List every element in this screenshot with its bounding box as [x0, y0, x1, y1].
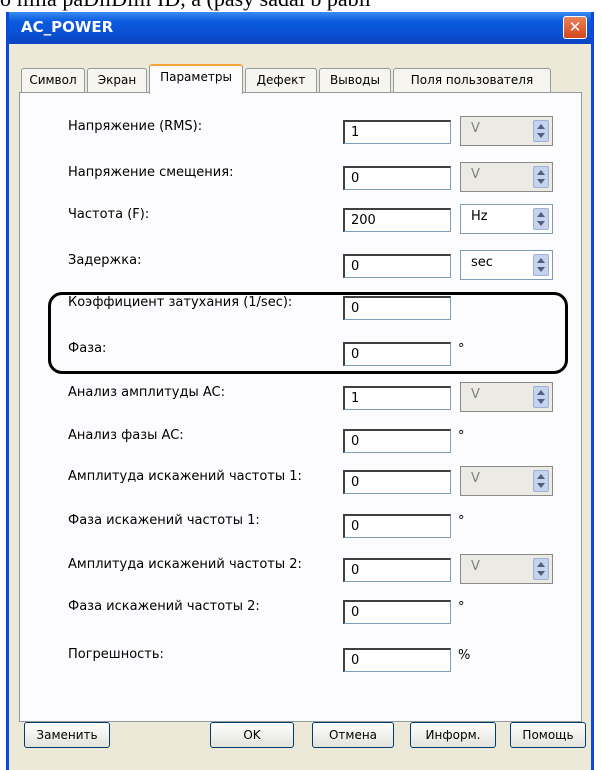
- field-row: Напряжение (RMS): 1 V: [0, 116, 601, 148]
- unit-select[interactable]: Hz: [460, 204, 553, 234]
- field-input[interactable]: 1: [343, 120, 451, 144]
- field-row: Фаза искажений частоты 2: 0 °: [0, 598, 601, 628]
- tab-screen[interactable]: Экран: [87, 68, 147, 92]
- field-input[interactable]: 0: [343, 514, 451, 538]
- field-input[interactable]: 0: [343, 254, 451, 278]
- field-row: Амплитуда искажений частоты 2: 0 V: [0, 554, 601, 586]
- field-label: Фаза искажений частоты 1:: [68, 513, 260, 528]
- field-input[interactable]: 1: [343, 386, 451, 410]
- field-input[interactable]: 0: [343, 648, 451, 672]
- unit-symbol: °: [458, 514, 465, 529]
- spinner-arrows-icon[interactable]: [533, 254, 549, 276]
- unit-select-value: V: [471, 559, 480, 574]
- field-input[interactable]: 0: [343, 600, 451, 624]
- unit-symbol: °: [458, 600, 465, 615]
- field-row: Задержка: 0 sec: [0, 250, 601, 282]
- replace-button[interactable]: Заменить: [24, 722, 110, 748]
- field-label: Амплитуда искажений частоты 2:: [68, 557, 302, 572]
- info-button[interactable]: Информ.: [410, 722, 496, 748]
- field-label: Амплитуда искажений частоты 1:: [68, 469, 302, 484]
- tab-parameters[interactable]: Параметры: [149, 64, 243, 94]
- ac-analysis-highlight: [48, 292, 568, 374]
- unit-select-value: V: [471, 387, 480, 402]
- field-label: Анализ фазы AC:: [68, 428, 184, 443]
- spinner-arrows-icon[interactable]: [533, 208, 549, 230]
- unit-select-value: V: [471, 471, 480, 486]
- field-row: Амплитуда искажений частоты 1: 0 V: [0, 466, 601, 498]
- field-row: Анализ амплитуды AC: 1 V: [0, 382, 601, 414]
- field-input[interactable]: 0: [343, 166, 451, 190]
- close-icon: ✕: [568, 18, 582, 36]
- ok-button[interactable]: OK: [210, 722, 294, 748]
- field-input[interactable]: 0: [343, 470, 451, 494]
- help-button[interactable]: Помощь: [510, 722, 586, 748]
- close-button[interactable]: ✕: [563, 16, 587, 39]
- tab-outputs[interactable]: Выводы: [319, 68, 391, 92]
- unit-select[interactable]: V: [460, 116, 553, 146]
- spinner-arrows-icon[interactable]: [533, 558, 549, 580]
- unit-select[interactable]: sec: [460, 250, 553, 280]
- field-row: Погрешность: 0%: [0, 646, 601, 676]
- field-label: Погрешность:: [68, 647, 164, 662]
- field-label: Анализ амплитуды AC:: [68, 385, 225, 400]
- unit-select[interactable]: V: [460, 162, 553, 192]
- cancel-button[interactable]: Отмена: [312, 722, 394, 748]
- unit-select-value: Hz: [471, 209, 488, 224]
- title-bar[interactable]: AC_POWER ✕: [9, 12, 591, 44]
- field-row: Напряжение смещения: 0 V: [0, 162, 601, 194]
- background-document-text: o iiiiia paDiiDiiii ID, a (pasy sadai b …: [0, 0, 601, 12]
- field-input[interactable]: 0: [343, 558, 451, 582]
- tab-defect[interactable]: Дефект: [245, 68, 317, 92]
- unit-select-value: V: [471, 121, 480, 136]
- spinner-arrows-icon[interactable]: [533, 120, 549, 142]
- field-input[interactable]: 0: [343, 429, 451, 453]
- field-label: Фаза искажений частоты 2:: [68, 599, 260, 614]
- field-row: Фаза искажений частоты 1: 0 °: [0, 512, 601, 542]
- unit-select[interactable]: V: [460, 382, 553, 412]
- field-label: Напряжение смещения:: [68, 165, 234, 180]
- unit-select-value: sec: [471, 255, 493, 270]
- unit-select-value: V: [471, 167, 480, 182]
- unit-symbol: °: [458, 429, 465, 444]
- unit-select[interactable]: V: [460, 466, 553, 496]
- tab-user-fields[interactable]: Поля пользователя: [393, 68, 551, 92]
- field-label: Напряжение (RMS):: [68, 119, 203, 134]
- field-input[interactable]: 200: [343, 208, 451, 232]
- window-title: AC_POWER: [21, 18, 114, 36]
- unit-symbol: %: [458, 648, 471, 663]
- spinner-arrows-icon[interactable]: [533, 470, 549, 492]
- spinner-arrows-icon[interactable]: [533, 386, 549, 408]
- field-label: Задержка:: [68, 253, 142, 268]
- field-row: Анализ фазы AC: 0 °: [0, 427, 601, 457]
- unit-select[interactable]: V: [460, 554, 553, 584]
- spinner-arrows-icon[interactable]: [533, 166, 549, 188]
- field-label: Частота (F):: [68, 207, 150, 222]
- field-row: Частота (F): 200 Hz: [0, 204, 601, 236]
- tab-symbol[interactable]: Символ: [21, 68, 85, 92]
